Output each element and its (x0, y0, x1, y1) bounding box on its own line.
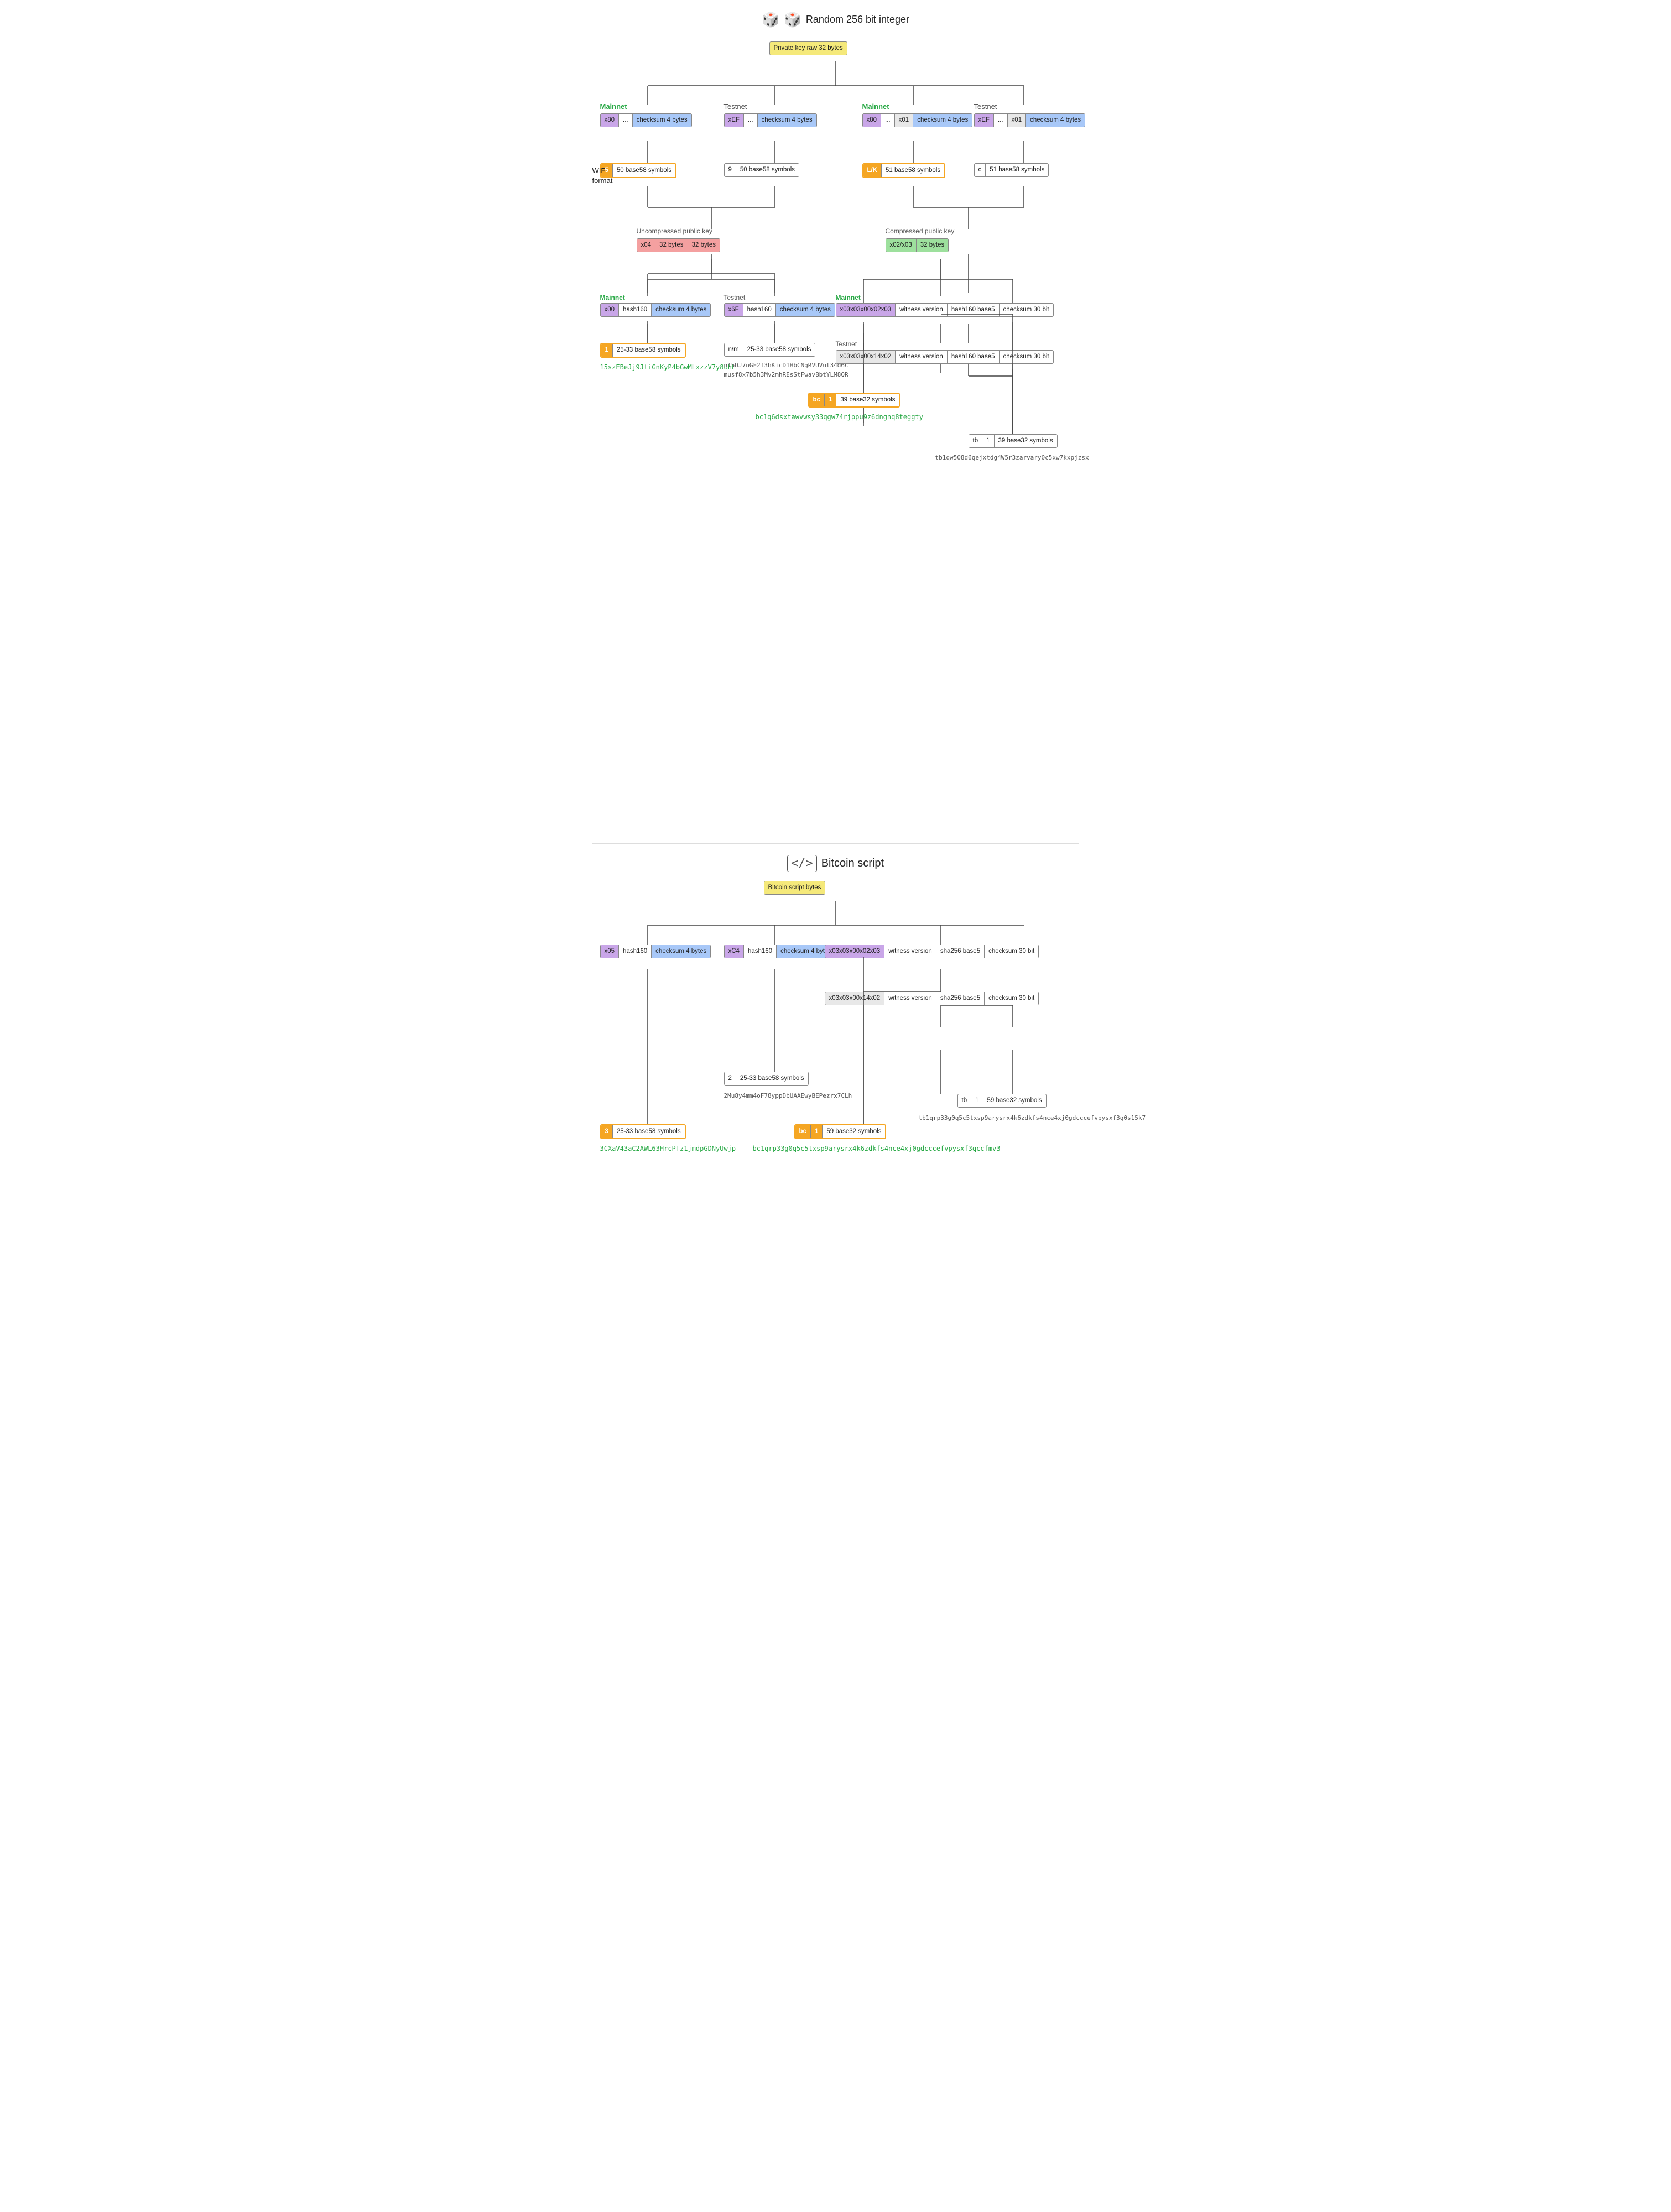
mainnet1-label: Mainnet (600, 102, 627, 111)
testnet2-label: Testnet (974, 102, 997, 111)
bitcoin-script-bytes-box: Bitcoin script bytes (764, 881, 826, 895)
pk-cell: Private key raw 32 bytes (770, 42, 847, 55)
mainnet2-label: Mainnet (862, 102, 889, 111)
testnet-addr-wif: n/m 25-33 base58 symbols (724, 343, 816, 357)
wif-format-label: WIFformat (592, 166, 613, 186)
bs-bc1-addr-value: bc1qrp33g0q5c5txsp9arysrx4k6zdkfs4nce4xj… (753, 1142, 1001, 1152)
bs-testnet-bech32-bytes: x03x03x00x14x02 witness version sha256 b… (825, 992, 1039, 1005)
bs-xC4-bytes: xC4 hash160 checksum 4 bytes (724, 945, 836, 958)
bs-tb1-addr-value: tb1qrp33g0q5c5txsp9arysrx4k6zdkfs4nce4xj… (919, 1112, 1146, 1121)
wif-testnet2: c 51 base58 symbols (974, 163, 1049, 177)
dice-icon: 🎲 🎲 (762, 11, 801, 28)
bs-tb1-box: tb 1 59 base32 symbols (957, 1094, 1047, 1108)
bitcoin-script-diagram: Bitcoin script bytes x05 hash160 checksu… (592, 881, 1079, 1545)
testnet2-bytes: xEF ... x01 checksum 4 bytes (974, 113, 1086, 127)
bc1-bech32-box: bc 1 39 base32 symbols (808, 393, 900, 408)
mainnet-addr-bytes: x00 hash160 checksum 4 bytes (600, 303, 711, 317)
mainnet1-bytes: x80 ... checksum 4 bytes (600, 113, 692, 127)
wif-mainnet2: L/K 51 base58 symbols (862, 163, 946, 178)
testnet1-bytes: xEF ... checksum 4 bytes (724, 113, 817, 127)
testnet-addr-value: n15DJ7nGF2f3hKicD1HbCNgRVUVut34d6C musf8… (724, 359, 848, 378)
wif-testnet1: 9 50 base58 symbols (724, 163, 800, 177)
page-header: 🎲 🎲 Random 256 bit integer (592, 11, 1079, 28)
page-title: Random 256 bit integer (806, 14, 909, 25)
testnet1-label: Testnet (724, 102, 747, 111)
mainnet2-bytes: x80 ... x01 checksum 4 bytes (862, 113, 973, 127)
section-separator (592, 843, 1079, 844)
bs-bc1-box: bc 1 59 base32 symbols (794, 1124, 887, 1139)
mainnet-addr-wif: 1 25-33 base58 symbols (600, 343, 686, 358)
comp-pubkey-label: Compressed public key (886, 227, 955, 235)
bs-x05-bytes: x05 hash160 checksum 4 bytes (600, 945, 711, 958)
bs-mainnet-bech32-bytes: x03x03x00x02x03 witness version sha256 b… (825, 945, 1039, 958)
bitcoin-script-header: </> Bitcoin script (592, 855, 1079, 872)
mainnet-addr-value: 15szEBeJj9JtiGnKyP4bGwMLxzzV7y8UhL (600, 361, 736, 371)
bs-3addr-value: 3CXaV43aC2AWL63HrcPTz1jmdpGDNyUwjp (600, 1142, 736, 1152)
private-key-box: Private key raw 32 bytes (769, 41, 847, 55)
tb1-bech32-box: tb 1 39 base32 symbols (969, 434, 1058, 448)
mainnet-bech32-label: Mainnet (836, 294, 861, 301)
pk-bytes-box: Private key raw 32 bytes (769, 41, 847, 55)
script-icon: </> (787, 855, 817, 872)
mainnet-addr-label: Mainnet (600, 294, 625, 301)
bs-2addr-box: 2 25-33 base58 symbols (724, 1072, 809, 1086)
testnet-bech32-label: Testnet (836, 340, 857, 348)
uncomp-pubkey-box: x04 32 bytes 32 bytes (637, 238, 721, 252)
testnet-addr-bytes: x6F hash160 checksum 4 bytes (724, 303, 835, 317)
tb1-addr-value: tb1qw508d6qejxtdg4W5r3zarvary0c5xw7kxpjz… (935, 452, 1089, 461)
bs-2addr-value: 2Mu8y4mm4oF78yppDbUAAEwyBEPezrx7CLh (724, 1090, 852, 1099)
uncomp-pubkey-label: Uncompressed public key (637, 227, 712, 235)
testnet-addr-label: Testnet (724, 294, 746, 301)
wif-diagram: Private key raw 32 bytes Mainnet x80 ...… (592, 41, 1079, 827)
testnet-bech32-bytes: x03x03x00x14x02 witness version hash160 … (836, 350, 1054, 364)
comp-pubkey-box: x02/x03 32 bytes (886, 238, 949, 252)
bc1-addr-value: bc1q6dsxtawvwsy33qgw74rjppu9z6dngnq8tegg… (756, 411, 923, 421)
bitcoin-script-title: Bitcoin script (821, 857, 884, 870)
mainnet-bech32-bytes: x03x03x00x02x03 witness version hash160 … (836, 303, 1054, 317)
bs-3addr-box: 3 25-33 base58 symbols (600, 1124, 686, 1139)
